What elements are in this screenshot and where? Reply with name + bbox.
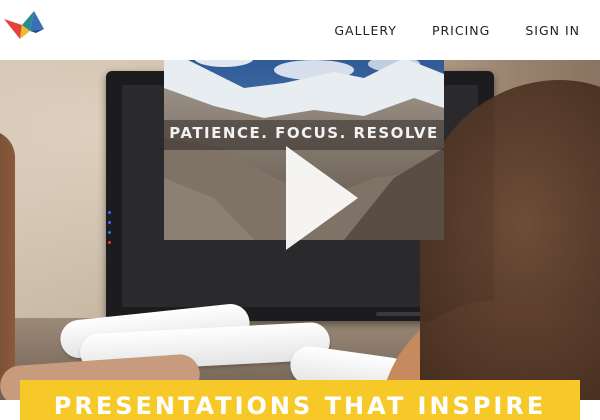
origami-bird-icon[interactable] xyxy=(4,9,46,45)
play-icon[interactable] xyxy=(286,146,358,250)
monitor-indicator-lights xyxy=(108,211,112,251)
hero-banner: PRESENTATIONS THAT INSPIRE xyxy=(20,380,580,420)
person-left-silhouette xyxy=(0,130,15,390)
main-nav: GALLERY PRICING SIGN IN xyxy=(299,0,580,60)
nav-gallery-link[interactable]: GALLERY xyxy=(334,23,397,38)
video-caption: PATIENCE. FOCUS. RESOLVE xyxy=(169,124,439,142)
monitor-base-bar xyxy=(376,312,426,316)
nav-pricing-link[interactable]: PRICING xyxy=(432,23,490,38)
site-header: GALLERY PRICING SIGN IN xyxy=(0,0,600,60)
nav-sign-in-link[interactable]: SIGN IN xyxy=(525,23,580,38)
banner-headline: PRESENTATIONS THAT INSPIRE xyxy=(53,392,547,420)
